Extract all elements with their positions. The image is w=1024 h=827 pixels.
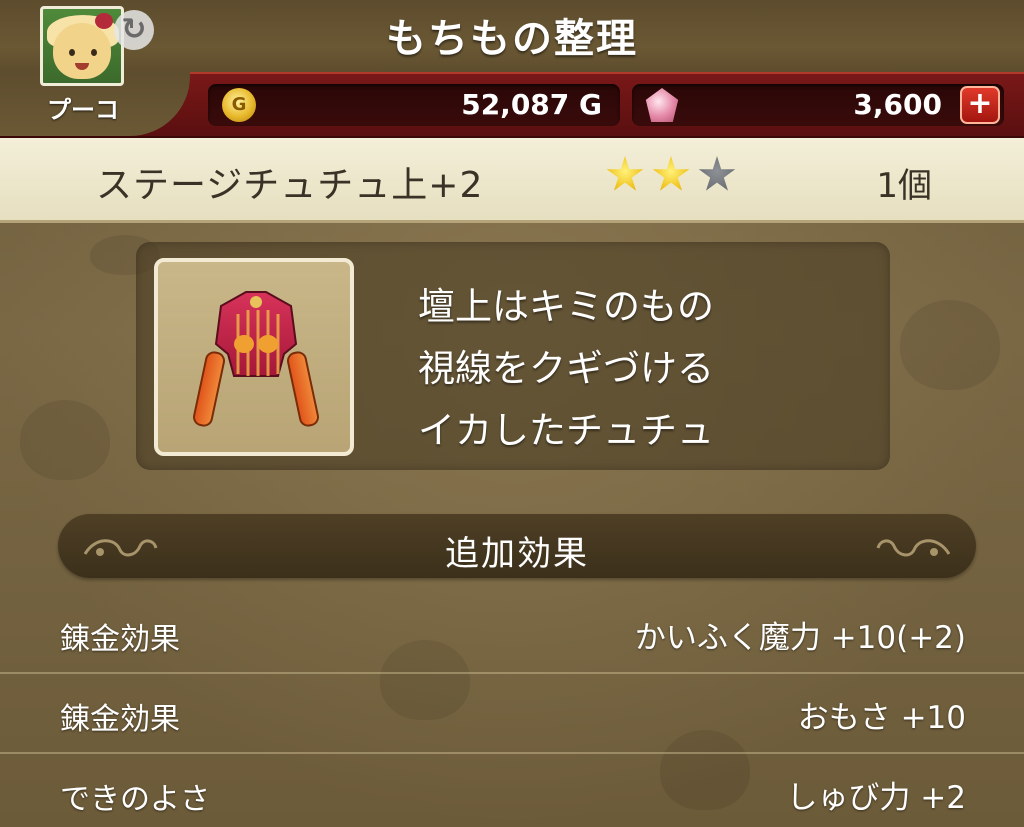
switch-character-icon[interactable]: ↻: [114, 10, 154, 50]
tutu-top-icon: [192, 291, 320, 427]
currency-bar: G 52,087 G 3,600 +: [0, 72, 1024, 138]
item-name: ステージチュチュ上+2: [96, 165, 484, 206]
gold-value: 52,087 G: [461, 88, 602, 121]
header: もちもの整理: [0, 0, 1024, 78]
description-line: 視線をクギづける: [418, 347, 714, 390]
gem-display: 3,600 +: [632, 84, 1004, 126]
avatar-bow: [95, 13, 113, 29]
item-description-panel: 壇上はキミのもの 視線をクギづける イカしたチュチュ: [136, 242, 890, 470]
effect-row: 錬金効果 おもさ +10: [0, 674, 1024, 754]
effect-row: 錬金効果 かいふく魔力 +10(+2): [0, 594, 1024, 674]
effect-label: 錬金効果: [60, 622, 180, 657]
effects-section-header: 追加効果: [58, 514, 976, 578]
effect-row: できのよさ しゅび力 +2: [0, 754, 1024, 827]
gem-value: 3,600: [853, 88, 942, 121]
effect-value: おもさ +10: [797, 700, 966, 736]
gem-icon: [645, 88, 679, 122]
avatar-face: [53, 23, 111, 79]
star-empty-icon: [698, 156, 736, 191]
inventory-screen: もちもの整理 G 52,087 G 3,600 + ↻ プーコ ステージチュチュ…: [0, 0, 1024, 827]
effect-value: しゅび力 +2: [786, 780, 966, 816]
item-name-bar: ステージチュチュ上+2 1個: [0, 138, 1024, 223]
page-title: もちもの整理: [386, 16, 638, 62]
item-count: 1個: [876, 166, 932, 206]
background-slime-pattern: [20, 400, 110, 480]
effect-value: かいふく魔力 +10(+2): [634, 620, 966, 656]
effects-title: 追加効果: [445, 534, 589, 574]
effect-label: 錬金効果: [60, 702, 180, 737]
description-line: 壇上はキミのもの: [418, 285, 714, 328]
description-line: イカしたチュチュ: [418, 409, 714, 452]
character-name: プーコ: [47, 96, 119, 124]
avatar-eye: [69, 49, 75, 56]
flourish-ornament-icon: [876, 539, 951, 557]
item-image-frame: [154, 258, 354, 456]
gold-display: G 52,087 G: [208, 84, 620, 126]
effect-label: できのよさ: [60, 782, 210, 817]
avatar-eye: [91, 49, 97, 56]
item-rarity-stars: [606, 156, 744, 196]
gold-coin-icon: G: [222, 88, 256, 122]
character-avatar[interactable]: [40, 6, 124, 86]
item-description: 壇上はキミのもの 視線をクギづける イカしたチュチュ: [418, 276, 714, 462]
star-filled-icon: [652, 156, 690, 191]
add-gems-button[interactable]: +: [960, 86, 1000, 124]
star-filled-icon: [606, 156, 644, 191]
background-slime-pattern: [900, 300, 1000, 390]
